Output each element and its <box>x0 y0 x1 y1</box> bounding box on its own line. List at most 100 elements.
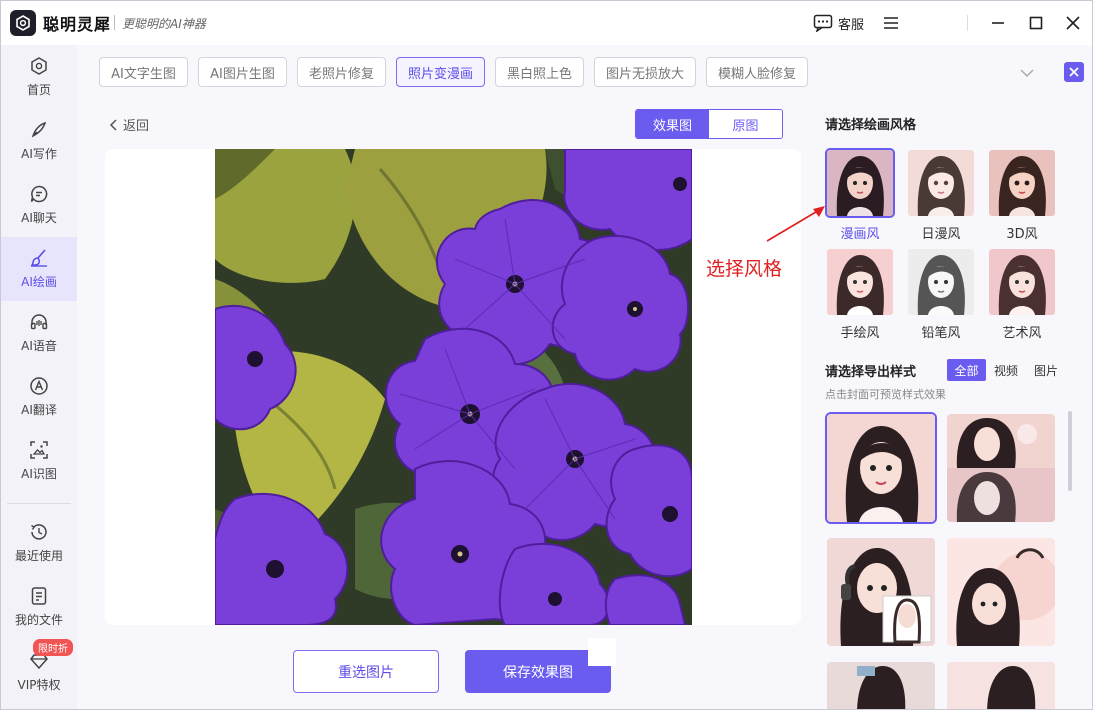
style-option-pencil[interactable]: 铅笔风 <box>906 247 976 341</box>
sidebar-item-recent[interactable]: 最近使用 <box>1 511 77 575</box>
tabs-expand-button[interactable] <box>1019 63 1035 82</box>
filter-image[interactable]: 图片 <box>1028 359 1064 381</box>
export-style-option[interactable] <box>945 660 1057 709</box>
sidebar-item-ai-chat[interactable]: AI聊天 <box>1 173 77 237</box>
style-option-hand-drawn[interactable]: 手绘风 <box>825 247 895 341</box>
export-style-option[interactable] <box>945 536 1057 648</box>
chat-support-icon <box>813 14 833 32</box>
minimize-button[interactable] <box>987 12 1009 34</box>
app-slogan: 更聪明的AI神器 <box>122 17 206 31</box>
tab-photo-to-cartoon[interactable]: 照片变漫画 <box>396 57 485 87</box>
style-option-anime[interactable]: 日漫风 <box>906 148 976 242</box>
style-option-comic[interactable]: 漫画风 <box>825 148 895 242</box>
tab-lossless-upscale[interactable]: 图片无损放大 <box>594 57 696 87</box>
filter-video[interactable]: 视频 <box>988 359 1024 381</box>
tab-text-to-image[interactable]: AI文字生图 <box>99 57 188 87</box>
export-style-option[interactable] <box>825 412 937 524</box>
sidebar: 首页 AI写作 AI聊天 AI绘画 AI语音 AI翻译 AI识图 最近使用 我的… <box>1 45 77 709</box>
support-button[interactable]: 客服 <box>813 13 864 33</box>
chevron-left-icon <box>109 118 117 131</box>
close-panel-button[interactable] <box>1064 62 1084 82</box>
tab-image-to-image[interactable]: AI图片生图 <box>198 57 287 87</box>
main-area: 返回 效果图 原图 重选图片 保存效果图 <box>77 99 807 709</box>
menu-button[interactable] <box>880 12 902 34</box>
style-option-art[interactable]: 艺术风 <box>987 247 1057 341</box>
reselect-image-button[interactable]: 重选图片 <box>293 650 439 693</box>
vip-discount-badge: 限时折 <box>33 639 73 656</box>
feature-tabs: AI文字生图 AI图片生图 老照片修复 照片变漫画 黑白照上色 图片无损放大 模… <box>77 45 1092 99</box>
style-name: 3D风 <box>1006 227 1038 242</box>
filter-all[interactable]: 全部 <box>947 359 986 381</box>
preview-hint: 点击封面可预览样式效果 <box>825 388 946 401</box>
headphones-icon <box>30 314 48 330</box>
title-divider <box>114 15 115 30</box>
style-name: 手绘风 <box>840 326 880 341</box>
sidebar-item-label: AI绘画 <box>21 275 57 289</box>
sidebar-divider <box>7 503 71 504</box>
annotation-arrow-icon <box>766 206 825 242</box>
sidebar-item-ai-image-recognition[interactable]: AI识图 <box>1 429 77 493</box>
cartoon-result-image <box>215 149 692 625</box>
app-window: 聪明灵犀 更聪明的AI神器 客服 首页 AI写作 AI聊天 AI绘画 AI语音 … <box>0 0 1093 710</box>
translate-icon <box>30 377 48 395</box>
sidebar-item-label: 我的文件 <box>14 613 63 627</box>
window-controls-divider <box>967 15 968 31</box>
style-thumbnail <box>906 148 976 218</box>
style-section-title: 请选择绘画风格 <box>825 118 917 133</box>
maximize-button[interactable] <box>1025 12 1047 34</box>
sidebar-item-label: AI写作 <box>21 147 57 161</box>
export-list-scrollbar[interactable] <box>1068 411 1072 491</box>
back-label: 返回 <box>123 119 150 134</box>
home-icon <box>31 57 47 75</box>
title-bar: 聪明灵犀 更聪明的AI神器 客服 <box>1 1 1092 45</box>
toggle-original[interactable]: 原图 <box>709 110 782 138</box>
close-window-button[interactable] <box>1062 12 1084 34</box>
sidebar-item-ai-voice[interactable]: AI语音 <box>1 301 77 365</box>
sidebar-item-label: 最近使用 <box>14 549 63 563</box>
style-thumbnail <box>825 148 895 218</box>
tab-old-photo-repair[interactable]: 老照片修复 <box>297 57 386 87</box>
style-thumbnail <box>825 247 895 317</box>
close-icon <box>1066 16 1080 30</box>
toggle-result[interactable]: 效果图 <box>636 110 709 138</box>
style-name: 艺术风 <box>1002 326 1042 341</box>
chat-icon <box>30 185 48 203</box>
sidebar-item-home[interactable]: 首页 <box>1 45 77 109</box>
style-option-3d[interactable]: 3D风 <box>987 148 1057 242</box>
sidebar-item-label: AI翻译 <box>21 403 57 417</box>
sidebar-item-label: 首页 <box>26 83 51 97</box>
sidebar-item-label: VIP特权 <box>17 678 61 692</box>
history-icon <box>31 524 47 540</box>
tab-blurry-face-repair[interactable]: 模糊人脸修复 <box>706 57 808 87</box>
style-thumbnail <box>987 148 1057 218</box>
support-label: 客服 <box>838 17 865 33</box>
style-name: 铅笔风 <box>921 326 961 341</box>
style-name: 日漫风 <box>921 227 961 242</box>
style-thumbnail <box>906 247 976 317</box>
sidebar-item-label: AI识图 <box>21 467 57 481</box>
back-button[interactable]: 返回 <box>109 115 149 134</box>
sidebar-item-my-files[interactable]: 我的文件 <box>1 575 77 639</box>
image-scan-icon <box>30 441 48 459</box>
style-name: 漫画风 <box>840 227 880 242</box>
preview-canvas <box>105 149 801 625</box>
app-logo-icon <box>10 10 36 36</box>
sidebar-item-label: AI语音 <box>21 339 57 353</box>
export-style-option[interactable] <box>825 660 937 709</box>
sidebar-item-ai-painting[interactable]: AI绘画 <box>1 237 77 301</box>
chevron-down-icon <box>1020 69 1034 78</box>
sidebar-item-ai-writing[interactable]: AI写作 <box>1 109 77 173</box>
tab-colorize-bw[interactable]: 黑白照上色 <box>495 57 584 87</box>
brush-icon <box>30 249 47 267</box>
close-icon <box>1069 67 1079 77</box>
menu-icon <box>884 17 898 29</box>
file-icon <box>31 587 47 605</box>
sidebar-item-ai-translate[interactable]: AI翻译 <box>1 365 77 429</box>
pen-icon <box>31 121 47 138</box>
export-style-option[interactable] <box>825 536 937 648</box>
app-name: 聪明灵犀 <box>43 15 112 34</box>
view-toggle: 效果图 原图 <box>635 109 783 139</box>
minimize-icon <box>992 22 1004 24</box>
style-panel: 请选择绘画风格 漫画风 日漫风 3D风 手绘风 铅笔风 艺术风 请选择导出样式 … <box>807 99 1092 709</box>
export-style-option[interactable] <box>945 412 1057 524</box>
